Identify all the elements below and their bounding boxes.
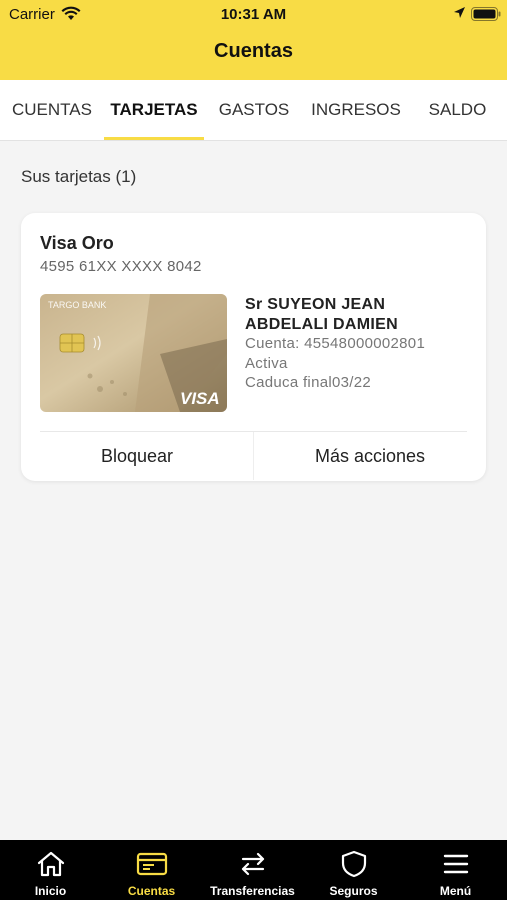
menu-icon xyxy=(405,850,506,878)
tabbar-label: Inicio xyxy=(34,884,67,898)
transfer-icon xyxy=(202,850,303,878)
card-name: Visa Oro xyxy=(40,233,114,253)
card-number: 4595 61XX XXXX 8042 xyxy=(40,258,202,275)
tab-gastos[interactable]: GASTOS xyxy=(204,80,304,140)
card-holder-line2: ABDELALI DAMIEN xyxy=(245,316,398,333)
tab-bar-top: CUENTAS TARJETAS GASTOS INGRESOS SALDO xyxy=(0,80,507,141)
tab-tarjetas[interactable]: TARJETAS xyxy=(104,80,204,140)
card-item[interactable]: Visa Oro 4595 61XX XXXX 8042 TARGO BANK … xyxy=(21,213,486,481)
card-holder-line1: Sr SUYEON JEAN xyxy=(245,296,386,313)
status-time: 10:31 AM xyxy=(220,6,287,23)
app-header: Carrier 10:31 AM Cuentas xyxy=(0,0,507,80)
tabbar-item-inicio[interactable]: Inicio xyxy=(0,840,101,900)
tab-saldo[interactable]: SALDO xyxy=(408,80,507,140)
tabbar-label: Transferencias xyxy=(210,884,295,898)
battery-icon xyxy=(471,7,501,25)
tabbar-item-menu[interactable]: Menú xyxy=(405,840,506,900)
tabbar-item-cuentas[interactable]: Cuentas xyxy=(101,840,202,900)
tab-ingresos[interactable]: INGRESOS xyxy=(304,80,408,140)
page-title: Cuentas xyxy=(214,40,293,62)
bottom-tab-bar: Inicio Cuentas Transferencias Seguros Me… xyxy=(0,840,507,900)
location-arrow-icon xyxy=(453,6,466,23)
block-card-button[interactable]: Bloquear xyxy=(21,432,253,480)
card-icon xyxy=(101,850,202,878)
tabbar-label: Cuentas xyxy=(127,884,176,898)
card-holder: Sr SUYEON JEAN ABDELALI DAMIEN xyxy=(245,295,398,335)
tabbar-label: Seguros xyxy=(329,884,378,898)
shield-icon xyxy=(303,850,404,878)
tab-cuentas[interactable]: CUENTAS xyxy=(0,80,104,140)
card-expiry: Caduca final03/22 xyxy=(245,374,372,391)
tabbar-label: Menú xyxy=(439,884,472,898)
home-icon xyxy=(0,850,101,878)
card-image: TARGO BANK VISA xyxy=(40,294,227,412)
status-bar: Carrier 10:31 AM xyxy=(0,0,507,28)
card-bank-logo: TARGO BANK xyxy=(48,300,106,310)
card-account: Cuenta: 45548000002801 xyxy=(245,335,426,352)
card-status: Activa xyxy=(245,355,288,372)
tabbar-item-seguros[interactable]: Seguros xyxy=(303,840,404,900)
visa-logo: VISA xyxy=(180,389,220,408)
tabbar-item-transferencias[interactable]: Transferencias xyxy=(202,840,303,900)
more-actions-button[interactable]: Más acciones xyxy=(254,432,486,480)
section-label: Sus tarjetas (1) xyxy=(21,167,137,186)
